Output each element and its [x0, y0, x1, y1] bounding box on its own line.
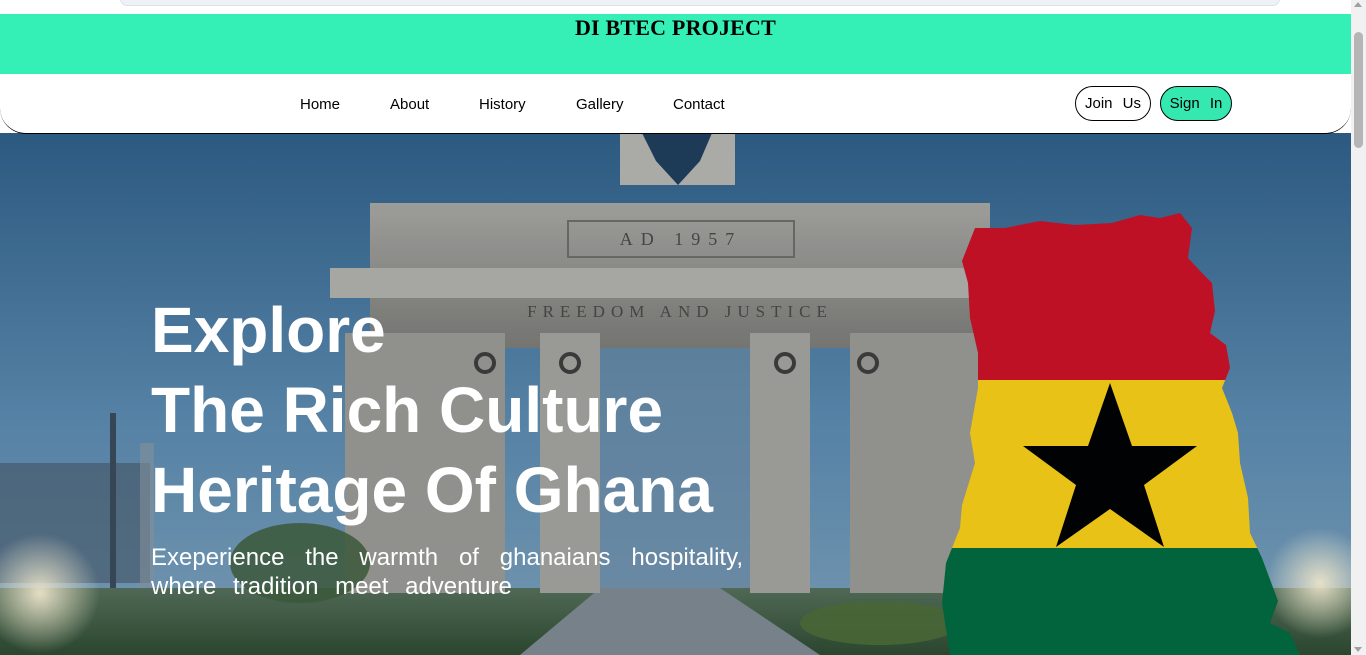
- browser-top-strip: [0, 0, 1351, 14]
- nav-link-home[interactable]: Home: [300, 96, 340, 113]
- hero-subtitle-line-1: Exeperience the warmth of ghanaians hosp…: [151, 544, 743, 571]
- address-bar-edge: [120, 0, 1280, 6]
- nav-link-about[interactable]: About: [390, 96, 429, 113]
- nav-link-contact[interactable]: Contact: [673, 96, 725, 113]
- sign-in-button[interactable]: Sign In: [1160, 86, 1232, 121]
- arrow-up-icon[interactable]: [1354, 2, 1362, 7]
- site-banner: DI BTEC PROJECT: [0, 14, 1351, 74]
- hero-section: AD 1957 FREEDOM AND JUSTICE Explore The …: [0, 133, 1351, 655]
- hero-title: Explore The Rich Culture Heritage Of Gha…: [151, 290, 713, 530]
- hero-subtitle-line-2: where tradition meet adventure: [151, 573, 512, 600]
- hero-title-line-1: Explore: [151, 294, 386, 366]
- hero-title-line-2: The Rich Culture: [151, 374, 664, 446]
- arrow-down-icon[interactable]: [1354, 647, 1362, 652]
- hero-title-line-3: Heritage Of Ghana: [151, 454, 713, 526]
- page-scrollbar[interactable]: [1351, 0, 1366, 655]
- join-us-button[interactable]: Join Us: [1075, 86, 1151, 121]
- nav-link-history[interactable]: History: [479, 96, 526, 113]
- hero-subtitle: Exeperience the warmth of ghanaians hosp…: [151, 543, 743, 601]
- site-title: DI BTEC PROJECT: [574, 15, 777, 40]
- nav-link-gallery[interactable]: Gallery: [576, 96, 624, 113]
- scrollbar-thumb[interactable]: [1354, 32, 1363, 148]
- main-navigation: Home About History Gallery Contact Join …: [0, 74, 1351, 134]
